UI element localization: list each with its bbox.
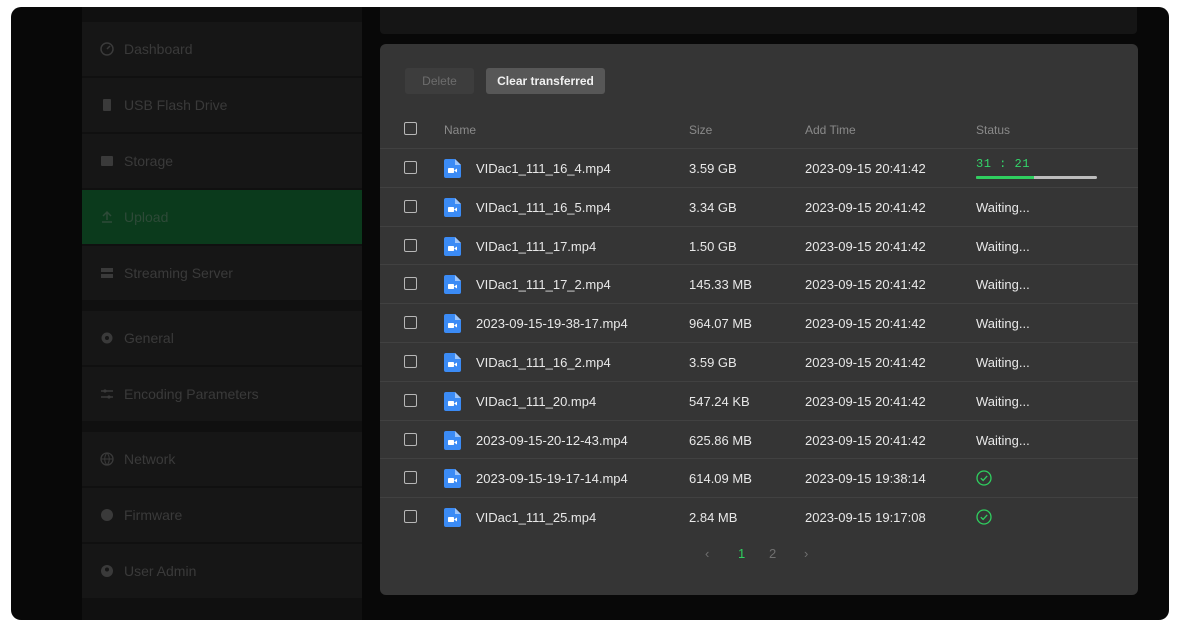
select-all-checkbox[interactable]: [404, 122, 417, 135]
status-text: Waiting...: [976, 277, 1030, 293]
file-size: 2.84 MB: [689, 510, 738, 526]
add-time: 2023-09-15 20:41:42: [805, 432, 926, 448]
file-name: 2023-09-15-19-38-17.mp4: [476, 316, 628, 332]
row-checkbox[interactable]: [404, 316, 417, 330]
row-checkbox[interactable]: [404, 471, 417, 485]
row-checkbox[interactable]: [404, 161, 417, 174]
delete-button[interactable]: Delete: [405, 68, 474, 94]
pagination: ‹ 1 2 ›: [380, 544, 1138, 564]
file-name: 2023-09-15-19-17-14.mp4: [476, 471, 628, 487]
file-size: 547.24 KB: [689, 393, 750, 409]
chevron-right-icon[interactable]: ›: [804, 546, 808, 561]
table-row[interactable]: VIDac1_111_16_5.mp4 3.34 GB 2023-09-15 20:…: [380, 186, 1138, 226]
video-file-icon: [444, 430, 461, 450]
add-time: 2023-09-15 20:41:42: [805, 355, 926, 370]
row-checkbox[interactable]: [404, 355, 417, 368]
file-name: VIDac1_111_20.mp4: [476, 393, 597, 409]
file-name: VIDac1_111_17_2.mp4: [476, 277, 611, 293]
file-name: VIDac1_111_17.mp4: [476, 238, 597, 254]
row-checkbox[interactable]: [404, 238, 417, 252]
table-row[interactable]: VIDac1_111_16_2.mp4 3.59 GB 2023-09-15 20:…: [380, 342, 1138, 381]
file-name: 2023-09-15-20-12-43.mp4: [476, 432, 628, 448]
row-checkbox[interactable]: [404, 432, 417, 446]
upload-queue-dialog: Delete Clear transferred Name Size Add T…: [380, 44, 1138, 595]
add-time: 2023-09-15 19:38:14: [805, 471, 926, 487]
table-row[interactable]: 2023-09-15-20-12-43.mp4 625.86 MB 2023-09-…: [380, 419, 1138, 459]
video-file-icon: [444, 469, 461, 489]
file-size: 1.50 GB: [689, 238, 737, 254]
status-text: Waiting...: [976, 238, 1030, 254]
video-file-icon: [444, 508, 461, 528]
file-name: VIDac1_111_16_5.mp4: [476, 199, 611, 215]
video-file-icon: [444, 314, 461, 334]
add-time: 2023-09-15 20:41:42: [805, 161, 926, 176]
add-time: 2023-09-15 20:41:42: [805, 277, 926, 293]
progress-fill: [976, 176, 1035, 179]
row-checkbox[interactable]: [404, 277, 417, 291]
video-file-icon: [444, 159, 461, 178]
file-size: 625.86 MB: [689, 432, 752, 448]
column-add-time: Add Time: [805, 123, 856, 137]
column-status: Status: [976, 123, 1011, 137]
modal-overlay: Delete Clear transferred Name Size Add T…: [0, 0, 1182, 622]
status-text: Waiting...: [976, 316, 1030, 332]
progress-text: 31 : 21: [976, 157, 1030, 171]
table-row[interactable]: VIDac1_111_17.mp4 1.50 GB 2023-09-15 20:41…: [380, 225, 1138, 265]
row-checkbox[interactable]: [404, 393, 417, 407]
column-size: Size: [689, 123, 713, 137]
video-file-icon: [444, 391, 461, 411]
add-time: 2023-09-15 20:41:42: [805, 238, 926, 254]
file-name: VIDac1_111_16_2.mp4: [476, 355, 611, 370]
table-row[interactable]: VIDac1_111_17_2.mp4 145.33 MB 2023-09-15 2…: [380, 264, 1138, 303]
status-text: Waiting...: [976, 393, 1030, 409]
check-circle-icon: [976, 470, 992, 487]
file-size: 614.09 MB: [689, 471, 752, 487]
chevron-left-icon[interactable]: ‹: [705, 546, 709, 561]
file-name: VIDac1_111_25.mp4: [476, 510, 597, 526]
check-circle-icon: [976, 509, 992, 525]
table-row[interactable]: VIDac1_111_16_4.mp4 3.59 GB 2023-09-15 20:…: [380, 148, 1138, 187]
video-file-icon: [444, 197, 461, 217]
file-size: 964.07 MB: [689, 316, 752, 332]
video-file-icon: [444, 353, 461, 372]
table-row[interactable]: VIDac1_111_20.mp4 547.24 KB 2023-09-15 20:…: [380, 380, 1138, 420]
file-name: VIDac1_111_16_4.mp4: [476, 161, 611, 176]
table-row[interactable]: 2023-09-15-19-17-14.mp4 614.09 MB 2023-09-…: [380, 458, 1138, 497]
file-size: 3.59 GB: [689, 161, 737, 176]
file-size: 145.33 MB: [689, 277, 752, 293]
file-size: 3.34 GB: [689, 199, 737, 215]
status-text: Waiting...: [976, 432, 1030, 448]
status-text: Waiting...: [976, 199, 1030, 215]
table-header: Name Size Add Time Status: [380, 112, 1138, 149]
add-time: 2023-09-15 20:41:42: [805, 199, 926, 215]
status-text: Waiting...: [976, 355, 1030, 370]
file-size: 3.59 GB: [689, 355, 737, 370]
add-time: 2023-09-15 20:41:42: [805, 393, 926, 409]
progress-bar: [976, 176, 1097, 179]
page-2-link[interactable]: 2: [769, 546, 776, 561]
add-time: 2023-09-15 19:17:08: [805, 510, 926, 526]
table-row[interactable]: 2023-09-15-19-38-17.mp4 964.07 MB 2023-09-…: [380, 303, 1138, 342]
add-time: 2023-09-15 20:41:42: [805, 316, 926, 332]
video-file-icon: [444, 275, 461, 295]
table-row[interactable]: VIDac1_111_25.mp4 2.84 MB 2023-09-15 19:17…: [380, 497, 1138, 536]
clear-transferred-button[interactable]: Clear transferred: [486, 68, 605, 94]
row-checkbox[interactable]: [404, 199, 417, 213]
column-name: Name: [444, 123, 477, 137]
video-file-icon: [444, 236, 461, 256]
page-1-link[interactable]: 1: [738, 546, 745, 561]
row-checkbox[interactable]: [404, 510, 417, 524]
